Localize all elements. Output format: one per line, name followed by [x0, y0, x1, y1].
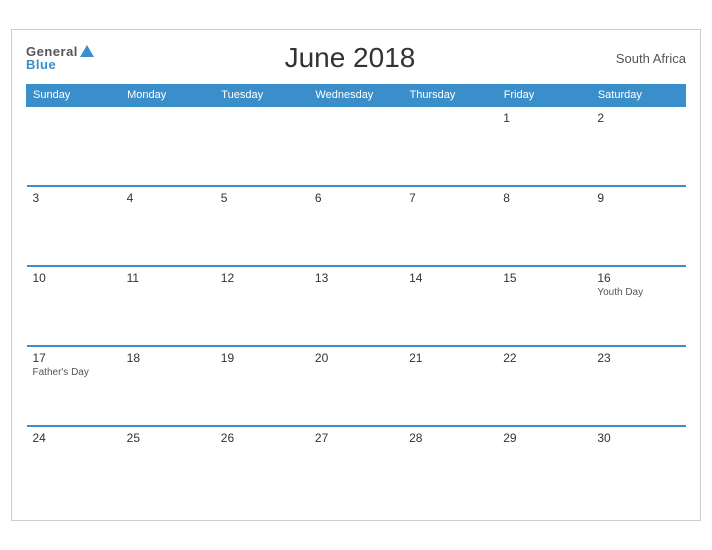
calendar-table: SundayMondayTuesdayWednesdayThursdayFrid… [26, 84, 686, 506]
day-number: 18 [127, 351, 209, 365]
calendar-cell: 5 [215, 186, 309, 266]
day-number: 2 [597, 111, 679, 125]
calendar-cell: 6 [309, 186, 403, 266]
calendar-cell: 17 Father's Day [27, 346, 121, 426]
calendar-header: General Blue June 2018 South Africa [26, 42, 686, 74]
day-number: 8 [503, 191, 585, 205]
calendar-cell: 26 [215, 426, 309, 506]
calendar-country: South Africa [606, 51, 686, 66]
day-number: 5 [221, 191, 303, 205]
calendar-cell: 27 [309, 426, 403, 506]
weekday-header-monday: Monday [121, 85, 215, 107]
day-number: 12 [221, 271, 303, 285]
calendar-cell [121, 106, 215, 186]
day-number: 24 [33, 431, 115, 445]
day-number: 7 [409, 191, 491, 205]
day-number: 20 [315, 351, 397, 365]
calendar-cell: 10 [27, 266, 121, 346]
day-number: 15 [503, 271, 585, 285]
day-number: 9 [597, 191, 679, 205]
day-number: 6 [315, 191, 397, 205]
weekday-header-friday: Friday [497, 85, 591, 107]
weekday-header-tuesday: Tuesday [215, 85, 309, 107]
calendar-cell: 19 [215, 346, 309, 426]
calendar-cell: 15 [497, 266, 591, 346]
calendar-cell [309, 106, 403, 186]
calendar-cell: 22 [497, 346, 591, 426]
day-number: 22 [503, 351, 585, 365]
day-number: 27 [315, 431, 397, 445]
day-number: 25 [127, 431, 209, 445]
calendar-cell: 2 [591, 106, 685, 186]
calendar-cell: 18 [121, 346, 215, 426]
weekday-header-saturday: Saturday [591, 85, 685, 107]
weekday-header-row: SundayMondayTuesdayWednesdayThursdayFrid… [27, 85, 686, 107]
calendar-cell: 16 Youth Day [591, 266, 685, 346]
day-number: 26 [221, 431, 303, 445]
weekday-header-wednesday: Wednesday [309, 85, 403, 107]
calendar-cell: 23 [591, 346, 685, 426]
day-number: 29 [503, 431, 585, 445]
calendar-cell: 9 [591, 186, 685, 266]
day-event: Youth Day [597, 287, 679, 298]
calendar-cell: 8 [497, 186, 591, 266]
weekday-header-sunday: Sunday [27, 85, 121, 107]
calendar-cell: 3 [27, 186, 121, 266]
calendar-cell: 7 [403, 186, 497, 266]
logo-blue-text: Blue [26, 58, 94, 71]
calendar-cell: 29 [497, 426, 591, 506]
day-number: 11 [127, 271, 209, 285]
week-row-2: 3456789 [27, 186, 686, 266]
day-number: 19 [221, 351, 303, 365]
week-row-3: 10 11 12 13 14 15 16 Youth Day [27, 266, 686, 346]
logo: General Blue [26, 45, 94, 72]
calendar-cell: 24 [27, 426, 121, 506]
day-number: 21 [409, 351, 491, 365]
calendar-cell [215, 106, 309, 186]
calendar-cell: 28 [403, 426, 497, 506]
day-event: Father's Day [33, 367, 115, 378]
calendar-cell: 13 [309, 266, 403, 346]
logo-triangle-icon [80, 45, 94, 57]
calendar-cell: 1 [497, 106, 591, 186]
day-number: 4 [127, 191, 209, 205]
week-row-5: 24 25 26 27 28 29 30 [27, 426, 686, 506]
calendar-cell: 12 [215, 266, 309, 346]
calendar-cell: 30 [591, 426, 685, 506]
day-number: 14 [409, 271, 491, 285]
day-number: 23 [597, 351, 679, 365]
calendar-cell: 21 [403, 346, 497, 426]
calendar-cell [27, 106, 121, 186]
day-number: 28 [409, 431, 491, 445]
week-row-1: 12 [27, 106, 686, 186]
logo-general-text: General [26, 45, 94, 59]
calendar-cell: 14 [403, 266, 497, 346]
calendar-cell: 25 [121, 426, 215, 506]
calendar-container: General Blue June 2018 South Africa Sund… [11, 29, 701, 521]
weekday-header-thursday: Thursday [403, 85, 497, 107]
day-number: 1 [503, 111, 585, 125]
calendar-cell: 20 [309, 346, 403, 426]
calendar-cell: 4 [121, 186, 215, 266]
calendar-cell [403, 106, 497, 186]
day-number: 13 [315, 271, 397, 285]
calendar-title: June 2018 [94, 42, 606, 74]
day-number: 16 [597, 271, 679, 285]
day-number: 30 [597, 431, 679, 445]
week-row-4: 17 Father's Day 18 19 20 21 22 23 [27, 346, 686, 426]
calendar-cell: 11 [121, 266, 215, 346]
day-number: 3 [33, 191, 115, 205]
day-number: 17 [33, 351, 115, 365]
day-number: 10 [33, 271, 115, 285]
